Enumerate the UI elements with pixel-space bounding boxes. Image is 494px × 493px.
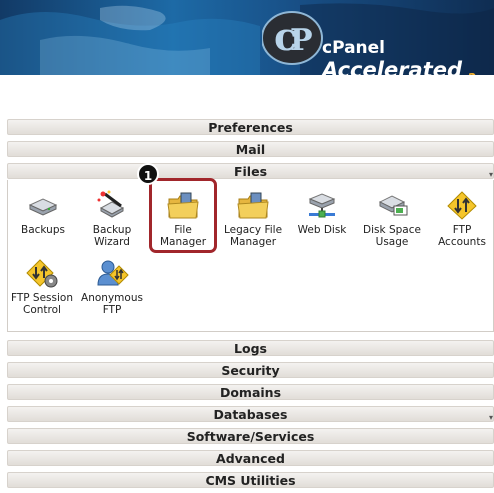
anonymous-user-icon <box>97 260 129 286</box>
section-label: Preferences <box>208 120 293 135</box>
section-cms-utilities[interactable]: CMS Utilities <box>7 472 494 488</box>
section-mail[interactable]: Mail <box>7 141 494 157</box>
backups-item[interactable]: Backups <box>9 190 77 236</box>
ftp-arrows-icon <box>447 191 477 220</box>
section-label: Databases <box>213 407 288 422</box>
anonymous-ftp-item[interactable]: Anonymous FTP <box>78 258 146 316</box>
backup-wizard-item[interactable]: Backup Wizard <box>78 190 146 248</box>
section-label: CMS Utilities <box>205 473 296 488</box>
cpanel-logo-icon: c P <box>262 11 323 65</box>
section-label: Mail <box>235 142 266 157</box>
section-label: Logs <box>234 341 267 356</box>
ftp-session-control-item[interactable]: FTP Session Control <box>8 258 76 316</box>
svg-text:P: P <box>290 23 313 58</box>
wizard-wand-icon <box>97 190 125 218</box>
brand-cpanel: cPanel <box>322 38 386 58</box>
step-number-badge: 1 <box>137 163 159 185</box>
item-label: Backups <box>21 224 65 236</box>
item-label: Anonymous FTP <box>81 292 143 316</box>
network-drive-icon <box>308 193 336 218</box>
item-label: FTP Accounts <box>438 224 486 248</box>
section-advanced[interactable]: Advanced <box>7 450 494 466</box>
disk-space-usage-item[interactable]: Disk Space Usage <box>358 190 426 248</box>
folder-icon <box>237 192 269 219</box>
ftp-session-gear-icon <box>26 259 58 288</box>
item-label: Legacy File Manager <box>223 224 283 248</box>
brand-accelerated: Accelerated <box>322 58 463 75</box>
item-label: Disk Space Usage <box>363 224 421 248</box>
section-label: Files <box>233 164 268 179</box>
section-label: Software/Services <box>186 429 315 444</box>
header-banner: c P cPanel Accelerated 2 <box>0 0 494 75</box>
section-label: Advanced <box>216 451 285 466</box>
ftp-accounts-item[interactable]: FTP Accounts <box>428 190 494 248</box>
disk-usage-icon <box>378 195 408 216</box>
item-label: FTP Session Control <box>10 292 73 316</box>
hard-drive-icon <box>28 198 58 216</box>
file-manager-highlight <box>149 178 217 253</box>
collapse-arrow-icon[interactable]: ▾ <box>489 410 493 425</box>
section-preferences[interactable]: Preferences <box>7 119 494 135</box>
section-logs[interactable]: Logs <box>7 340 494 356</box>
section-security[interactable]: Security <box>7 362 494 378</box>
section-domains[interactable]: Domains <box>7 384 494 400</box>
web-disk-item[interactable]: Web Disk <box>288 190 356 236</box>
section-label: Domains <box>219 385 282 400</box>
brand-text: cPanel Accelerated 2 <box>322 38 494 75</box>
item-label: Web Disk <box>297 224 347 236</box>
item-label: Backup Wizard <box>92 224 132 248</box>
brand-version: 2 <box>468 71 476 75</box>
legacy-file-manager-item[interactable]: Legacy File Manager <box>219 190 287 248</box>
section-label: Security <box>221 363 280 378</box>
section-databases[interactable]: Databases ▾ <box>7 406 494 422</box>
section-software-services[interactable]: Software/Services <box>7 428 494 444</box>
section-files[interactable]: Files ▾ <box>7 163 494 179</box>
